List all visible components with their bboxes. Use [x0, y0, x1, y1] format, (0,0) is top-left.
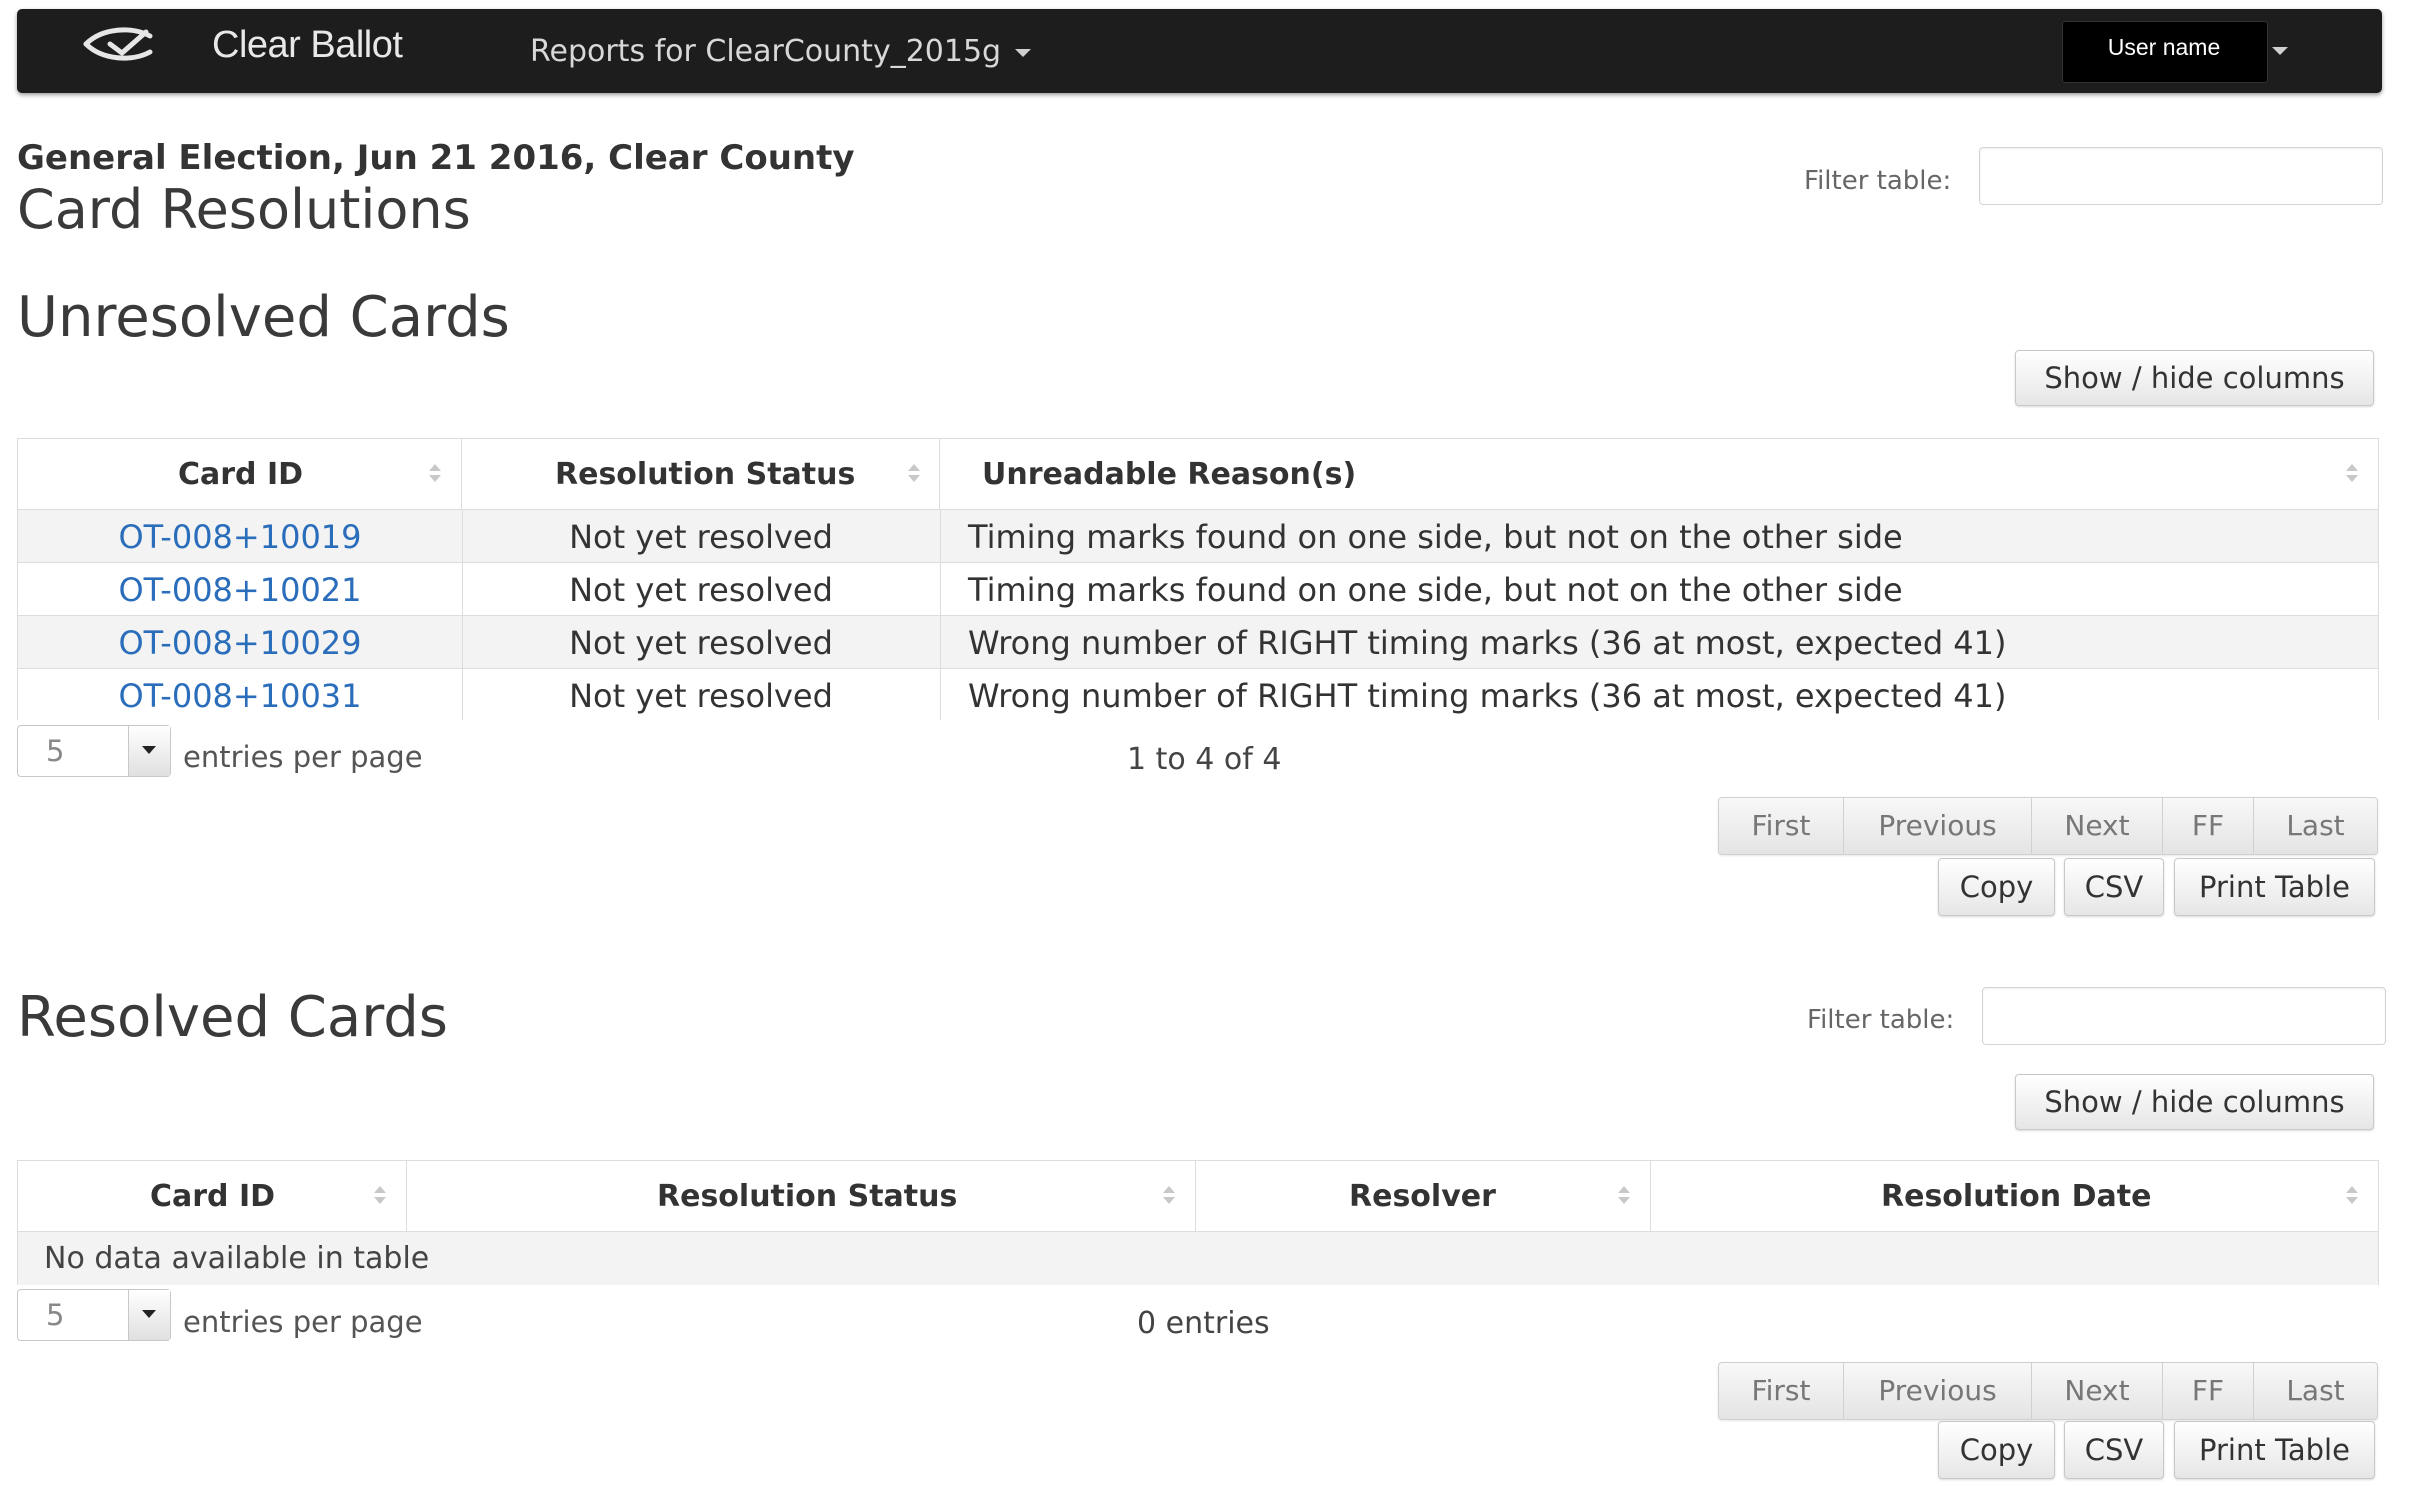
column-header-label: Resolution Status — [555, 457, 856, 492]
column-header-label: Resolver — [1349, 1179, 1496, 1214]
user-name[interactable]: User name — [2062, 34, 2266, 61]
empty-table-message: No data available in table — [44, 1241, 430, 1276]
show-hide-columns-label: Show / hide columns — [2044, 361, 2345, 395]
previous-page-button[interactable]: Previous — [1844, 798, 2032, 854]
page-title: Card Resolutions — [17, 178, 471, 241]
copy-button-label: Copy — [1959, 870, 2034, 904]
card-id-link[interactable]: OT-008+10021 — [18, 571, 462, 609]
csv-button-label: CSV — [2084, 1433, 2144, 1467]
resolved-cards-heading: Resolved Cards — [17, 985, 448, 1050]
fast-forward-button[interactable]: FF — [2163, 1363, 2254, 1419]
next-page-button[interactable]: Next — [2032, 1363, 2163, 1419]
resolution-status: Not yet resolved — [569, 624, 833, 662]
previous-page-button[interactable]: Previous — [1844, 1363, 2032, 1419]
first-page-button[interactable]: First — [1719, 1363, 1844, 1419]
last-page-button[interactable]: Last — [2254, 1363, 2377, 1419]
table-row: OT-008+10019 Not yet resolved Timing mar… — [18, 509, 2378, 562]
column-header-unreadable-reasons[interactable]: Unreadable Reason(s) — [940, 439, 2378, 509]
card-id-link[interactable]: OT-008+10019 — [18, 518, 462, 556]
filter-label: Filter table: — [1807, 1005, 1955, 1035]
copy-button[interactable]: Copy — [1938, 1421, 2055, 1479]
column-header-label: Resolution Status — [657, 1179, 958, 1214]
csv-button-label: CSV — [2084, 870, 2144, 904]
column-header-resolution-status[interactable]: Resolution Status — [462, 439, 940, 509]
reports-dropdown[interactable]: Reports for ClearCounty_2015g — [530, 34, 1032, 69]
column-divider — [940, 509, 941, 720]
column-header-resolution-date[interactable]: Resolution Date — [1651, 1161, 2378, 1231]
column-divider — [462, 509, 463, 720]
unresolved-cards-table: Card ID Resolution Status Unreadable Rea… — [17, 438, 2379, 720]
table-row: OT-008+10029 Not yet resolved Wrong numb… — [18, 615, 2378, 668]
entries-per-page-value: 5 — [46, 1298, 65, 1332]
column-header-card-id[interactable]: Card ID — [18, 1161, 407, 1231]
resolved-cards-table: Card ID Resolution Status Resolver Resol… — [17, 1160, 2379, 1285]
unresolved-cards-heading: Unresolved Cards — [17, 285, 510, 350]
card-id-link[interactable]: OT-008+10031 — [18, 677, 462, 715]
reports-dropdown-label: Reports for ClearCounty_2015g — [530, 34, 1002, 69]
print-table-button[interactable]: Print Table — [2174, 858, 2375, 916]
unreadable-reason: Wrong number of RIGHT timing marks (36 a… — [968, 677, 2007, 715]
copy-button[interactable]: Copy — [1938, 858, 2055, 916]
column-header-resolver[interactable]: Resolver — [1196, 1161, 1651, 1231]
table-row-empty: No data available in table — [18, 1231, 2378, 1285]
csv-button[interactable]: CSV — [2064, 1421, 2164, 1479]
last-page-button[interactable]: Last — [2254, 798, 2377, 854]
table-row: OT-008+10031 Not yet resolved Wrong numb… — [18, 668, 2378, 720]
unreadable-reason: Timing marks found on one side, but not … — [968, 518, 1903, 556]
fast-forward-button[interactable]: FF — [2163, 798, 2254, 854]
resolution-status: Not yet resolved — [569, 518, 833, 556]
unreadable-reason: Wrong number of RIGHT timing marks (36 a… — [968, 624, 2007, 662]
show-hide-columns-label: Show / hide columns — [2044, 1085, 2345, 1119]
table-info: 0 entries — [1137, 1306, 1270, 1341]
chevron-down-icon[interactable] — [128, 726, 170, 776]
print-table-button-label: Print Table — [2199, 1433, 2350, 1467]
entries-per-page-label: entries per page — [183, 1305, 423, 1339]
column-header-label: Resolution Date — [1881, 1179, 2152, 1214]
pagination: First Previous Next FF Last — [1718, 1362, 2378, 1420]
entries-per-page-select[interactable]: 5 — [17, 725, 171, 777]
copy-button-label: Copy — [1959, 1433, 2034, 1467]
next-page-button[interactable]: Next — [2032, 798, 2163, 854]
election-title: General Election, Jun 21 2016, Clear Cou… — [17, 138, 855, 178]
column-header-label: Unreadable Reason(s) — [982, 457, 1357, 492]
column-header-card-id[interactable]: Card ID — [18, 439, 462, 509]
pagination: First Previous Next FF Last — [1718, 797, 2378, 855]
filter-label: Filter table: — [1804, 166, 1952, 196]
show-hide-columns-button[interactable]: Show / hide columns — [2015, 1074, 2374, 1130]
entries-per-page-value: 5 — [46, 734, 65, 768]
print-table-button[interactable]: Print Table — [2174, 1421, 2375, 1479]
table-info: 1 to 4 of 4 — [1127, 742, 1282, 777]
column-header-label: Card ID — [178, 457, 304, 492]
column-header-resolution-status[interactable]: Resolution Status — [407, 1161, 1196, 1231]
column-header-label: Card ID — [150, 1179, 276, 1214]
csv-button[interactable]: CSV — [2064, 858, 2164, 916]
unresolved-filter-input[interactable] — [1979, 147, 2383, 205]
chevron-down-icon[interactable] — [2272, 47, 2288, 55]
chevron-down-icon[interactable] — [128, 1290, 170, 1340]
clear-ballot-logo-icon[interactable] — [80, 22, 160, 66]
first-page-button[interactable]: First — [1719, 798, 1844, 854]
unreadable-reason: Timing marks found on one side, but not … — [968, 571, 1903, 609]
print-table-button-label: Print Table — [2199, 870, 2350, 904]
card-id-link[interactable]: OT-008+10029 — [18, 624, 462, 662]
table-row: OT-008+10021 Not yet resolved Timing mar… — [18, 562, 2378, 615]
show-hide-columns-button[interactable]: Show / hide columns — [2015, 350, 2374, 406]
chevron-down-icon — [1015, 48, 1032, 57]
resolved-filter-input[interactable] — [1982, 987, 2386, 1045]
resolution-status: Not yet resolved — [569, 677, 833, 715]
entries-per-page-select[interactable]: 5 — [17, 1289, 171, 1341]
brand-name[interactable]: Clear Ballot — [212, 24, 403, 67]
resolution-status: Not yet resolved — [569, 571, 833, 609]
entries-per-page-label: entries per page — [183, 740, 423, 774]
